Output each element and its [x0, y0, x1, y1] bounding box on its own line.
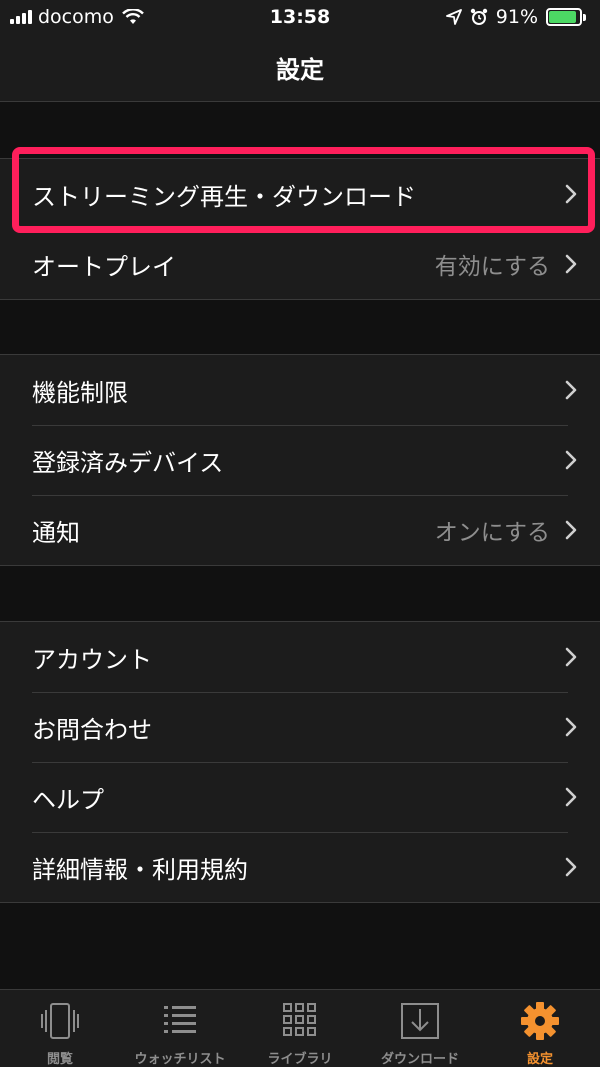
battery-icon: [546, 8, 586, 26]
settings-group-playback: ストリーミング再生・ダウンロード オートプレイ 有効にする: [0, 158, 600, 300]
tab-bar: 閲覧 ウォッチリスト ライブラリ ダウンロード 設定: [0, 989, 600, 1067]
wifi-icon: [122, 9, 144, 24]
row-label: 通知: [32, 518, 80, 547]
tab-download[interactable]: ダウンロード: [360, 990, 480, 1067]
row-value: 有効にする: [434, 254, 550, 280]
row-label: ヘルプ: [32, 785, 104, 814]
browse-icon: [41, 1003, 79, 1039]
chevron-right-icon: [565, 717, 577, 737]
settings-row-streaming-download[interactable]: ストリーミング再生・ダウンロード: [0, 159, 600, 229]
settings-row-about-terms[interactable]: 詳細情報・利用規約: [0, 832, 600, 902]
tab-watchlist[interactable]: ウォッチリスト: [120, 990, 240, 1067]
download-icon: [401, 1003, 439, 1039]
tab-label: ウォッチリスト: [134, 1052, 226, 1067]
chevron-right-icon: [565, 647, 577, 667]
settings-row-restrictions[interactable]: 機能制限: [0, 355, 600, 425]
settings-row-autoplay[interactable]: オートプレイ 有効にする: [0, 229, 600, 299]
chevron-right-icon: [565, 450, 577, 470]
tab-label: ダウンロード: [380, 1052, 459, 1067]
chevron-right-icon: [565, 520, 577, 540]
settings-row-contact[interactable]: お問合わせ: [0, 692, 600, 762]
tab-label: 設定: [526, 1052, 553, 1067]
page-title: 設定: [276, 56, 324, 84]
location-icon: [445, 9, 462, 25]
row-label: お問合わせ: [32, 715, 152, 744]
row-label: 登録済みデバイス: [32, 448, 224, 477]
settings-row-notifications[interactable]: 通知 オンにする: [0, 495, 600, 565]
alarm-icon: [470, 8, 487, 25]
tab-browse[interactable]: 閲覧: [0, 990, 120, 1067]
battery-percent: 91%: [495, 6, 538, 28]
chevron-right-icon: [565, 184, 577, 204]
tab-library[interactable]: ライブラリ: [240, 990, 360, 1067]
watchlist-icon: [164, 1006, 196, 1033]
chevron-right-icon: [565, 787, 577, 807]
settings-group-device: 機能制限 登録済みデバイス 通知 オンにする: [0, 354, 600, 566]
tab-label: 閲覧: [46, 1052, 73, 1067]
settings-row-help[interactable]: ヘルプ: [0, 762, 600, 832]
chevron-right-icon: [565, 254, 577, 274]
carrier-label: docomo: [38, 6, 114, 28]
status-bar: docomo 13:58 91%: [0, 0, 600, 34]
row-label: オートプレイ: [32, 252, 176, 281]
chevron-right-icon: [565, 857, 577, 877]
tab-label: ライブラリ: [267, 1052, 333, 1067]
chevron-right-icon: [565, 380, 577, 400]
navigation-bar: 設定: [0, 34, 600, 102]
row-label: ストリーミング再生・ダウンロード: [32, 182, 416, 211]
row-label: 詳細情報・利用規約: [32, 855, 248, 884]
settings-row-registered-devices[interactable]: 登録済みデバイス: [0, 425, 600, 495]
settings-row-account[interactable]: アカウント: [0, 622, 600, 692]
settings-group-account: アカウント お問合わせ ヘルプ 詳細情報・利用規約: [0, 621, 600, 903]
library-icon: [283, 1003, 316, 1036]
row-value: オンにする: [434, 520, 550, 546]
row-label: アカウント: [32, 645, 152, 674]
signal-icon: [10, 10, 32, 24]
row-label: 機能制限: [32, 378, 128, 407]
tab-settings[interactable]: 設定: [480, 990, 600, 1067]
gear-icon: [521, 1002, 559, 1040]
